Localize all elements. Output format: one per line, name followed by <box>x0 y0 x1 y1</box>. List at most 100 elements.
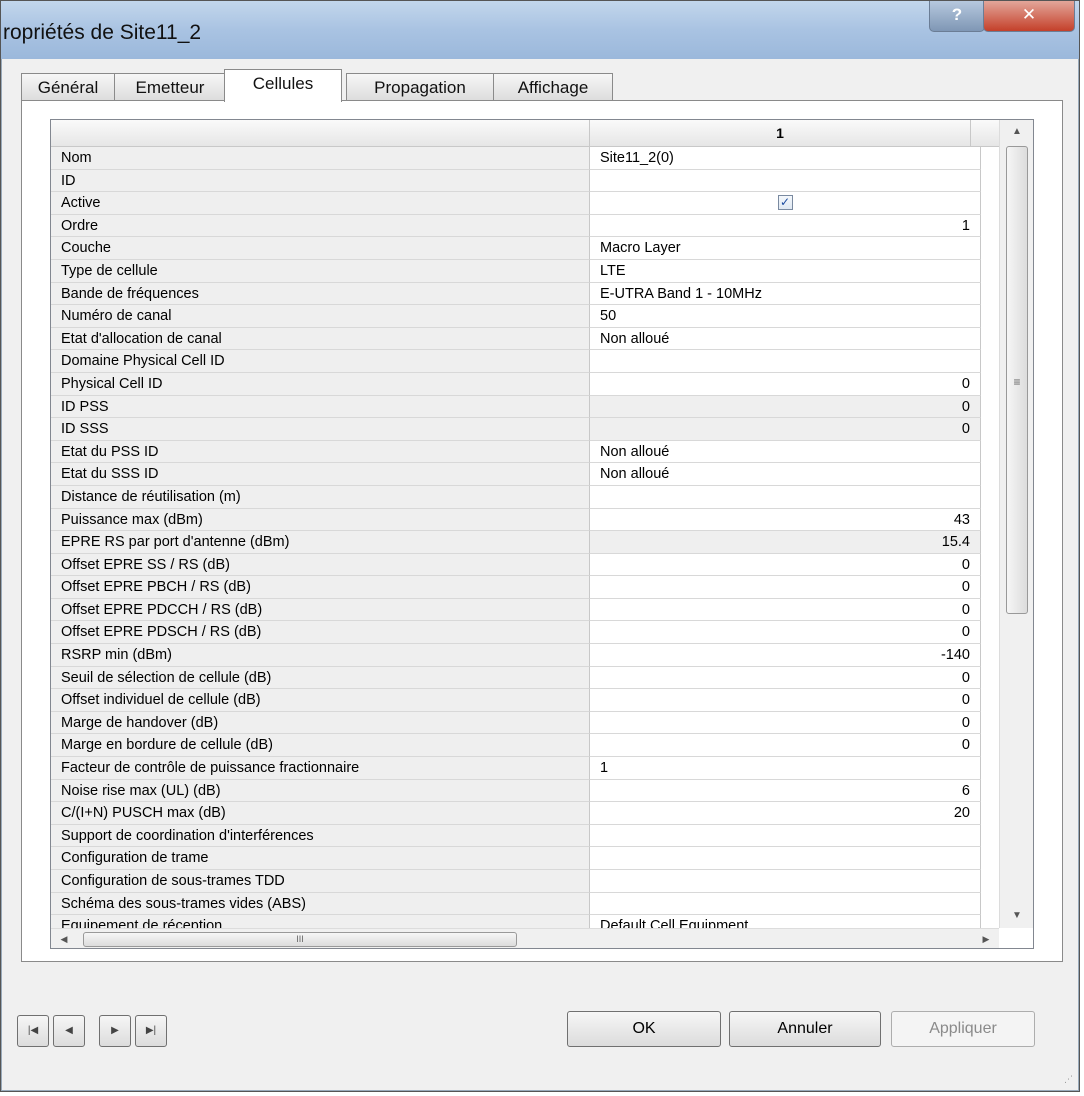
tab-affichage[interactable]: Affichage <box>493 73 613 101</box>
grid-row[interactable]: Offset EPRE PBCH / RS (dB) 0 <box>51 576 999 599</box>
property-value[interactable]: Non alloué <box>590 327 981 351</box>
grid-row[interactable]: Couche Macro Layer <box>51 237 999 260</box>
property-value[interactable] <box>590 847 981 870</box>
property-value[interactable]: 0 <box>590 689 981 712</box>
property-value[interactable]: 6 <box>590 779 981 803</box>
scroll-right-icon[interactable]: ▶ <box>975 929 997 948</box>
property-value[interactable]: Non alloué <box>590 440 981 464</box>
grid-row[interactable]: Offset EPRE PDSCH / RS (dB) 0 <box>51 621 999 645</box>
last-record-button[interactable]: ▶| <box>135 1015 167 1047</box>
property-value[interactable]: 15.4 <box>590 531 981 554</box>
property-value[interactable]: 0 <box>590 576 981 599</box>
grid-row[interactable]: Seuil de sélection de cellule (dB) 0 <box>51 666 999 690</box>
scroll-down-icon[interactable]: ▼ <box>1000 904 1033 928</box>
property-value[interactable]: Site11_2(0) <box>590 147 981 170</box>
first-record-button[interactable]: |◀ <box>17 1015 49 1047</box>
grid-row[interactable]: Schéma des sous-trames vides (ABS) <box>51 892 999 916</box>
property-value[interactable] <box>590 485 981 509</box>
grid-row[interactable]: C/(I+N) PUSCH max (dB) 20 <box>51 802 999 825</box>
property-value[interactable]: 0 <box>590 711 981 735</box>
title-bar[interactable]: ropriétés de Site11_2 ? ✕ <box>1 1 1079 59</box>
horizontal-scrollbar[interactable]: ◀ III ▶ <box>51 928 999 948</box>
property-value[interactable] <box>590 892 981 916</box>
property-value[interactable]: 0 <box>590 666 981 690</box>
property-value[interactable]: 20 <box>590 802 981 825</box>
scroll-left-icon[interactable]: ◀ <box>53 929 75 948</box>
vertical-scroll-thumb[interactable]: ≡ <box>1006 146 1028 614</box>
grid-row[interactable]: Facteur de contrôle de puissance fractio… <box>51 757 999 780</box>
grid-row[interactable]: Marge en bordure de cellule (dB) 0 <box>51 734 999 758</box>
grid-row[interactable]: Marge de handover (dB) 0 <box>51 711 999 735</box>
property-label: Etat du SSS ID <box>51 463 590 486</box>
column-header-1[interactable]: 1 <box>590 120 971 146</box>
property-value[interactable]: 0 <box>590 553 981 577</box>
grid-row[interactable]: Distance de réutilisation (m) <box>51 485 999 509</box>
property-value[interactable]: 1 <box>590 214 981 238</box>
grid-row[interactable]: ID <box>51 169 999 193</box>
property-value[interactable]: 0 <box>590 372 981 396</box>
grid-row[interactable]: EPRE RS par port d'antenne (dBm) 15.4 <box>51 531 999 554</box>
grid-row[interactable]: Etat du SSS ID Non alloué <box>51 463 999 486</box>
property-value[interactable]: 0 <box>590 598 981 622</box>
property-value[interactable]: Macro Layer <box>590 237 981 260</box>
scroll-up-icon[interactable]: ▲ <box>1000 120 1033 144</box>
property-label: Offset individuel de cellule (dB) <box>51 689 590 712</box>
grid-row[interactable]: Offset individuel de cellule (dB) 0 <box>51 689 999 712</box>
tab-propagation[interactable]: Propagation <box>346 73 494 101</box>
property-value[interactable]: 43 <box>590 508 981 532</box>
grid-row[interactable]: Offset EPRE SS / RS (dB) 0 <box>51 553 999 577</box>
property-value[interactable]: 50 <box>590 305 981 328</box>
grid-row[interactable]: Etat du PSS ID Non alloué <box>51 440 999 464</box>
property-value[interactable]: 0 <box>590 621 981 645</box>
grid-corner <box>51 120 590 146</box>
property-value[interactable] <box>590 824 981 848</box>
property-value[interactable]: E-UTRA Band 1 - 10MHz <box>590 282 981 306</box>
grid-row[interactable]: Physical Cell ID 0 <box>51 372 999 396</box>
grid-row[interactable]: Ordre 1 <box>51 214 999 238</box>
grid-row[interactable]: Offset EPRE PDCCH / RS (dB) 0 <box>51 598 999 622</box>
grid-row[interactable]: ID PSS 0 <box>51 395 999 419</box>
property-label: Etat du PSS ID <box>51 440 590 464</box>
grid-row[interactable]: Numéro de canal 50 <box>51 305 999 328</box>
vertical-scrollbar[interactable]: ▲ ≡ ▼ <box>999 120 1033 928</box>
grid-row[interactable]: Type de cellule LTE <box>51 259 999 283</box>
property-value[interactable]: LTE <box>590 259 981 283</box>
checkmark-icon[interactable]: ✓ <box>777 194 793 210</box>
grid-row[interactable]: Domaine Physical Cell ID <box>51 350 999 373</box>
tab-general[interactable]: Général <box>21 73 115 101</box>
tab-emetteur[interactable]: Emetteur <box>114 73 226 101</box>
cancel-button[interactable]: Annuler <box>729 1011 881 1047</box>
property-value[interactable]: Non alloué <box>590 463 981 486</box>
property-value[interactable]: -140 <box>590 644 981 667</box>
property-value[interactable] <box>590 870 981 893</box>
property-value[interactable]: 0 <box>590 395 981 419</box>
grid-row[interactable]: Puissance max (dBm) 43 <box>51 508 999 532</box>
close-button[interactable]: ✕ <box>983 1 1075 32</box>
ok-button[interactable]: OK <box>567 1011 721 1047</box>
previous-record-button[interactable]: ◀ <box>53 1015 85 1047</box>
resize-grip-icon[interactable]: ⋰ <box>1064 1074 1073 1085</box>
help-button[interactable]: ? <box>929 1 985 32</box>
property-value[interactable]: 0 <box>590 734 981 758</box>
property-value[interactable]: 0 <box>590 418 981 441</box>
active-checkbox[interactable]: ✓ <box>590 192 981 215</box>
property-value[interactable] <box>590 350 981 373</box>
grid-row[interactable]: Etat d'allocation de canal Non alloué <box>51 327 999 351</box>
grid-row[interactable]: ID SSS 0 <box>51 418 999 441</box>
grid-row[interactable]: Active ✓ <box>51 192 999 215</box>
horizontal-scroll-thumb[interactable]: III <box>83 932 517 947</box>
property-label: Type de cellule <box>51 259 590 283</box>
grid-row[interactable]: Noise rise max (UL) (dB) 6 <box>51 779 999 803</box>
apply-button[interactable]: Appliquer <box>891 1011 1035 1047</box>
grid-row[interactable]: Configuration de sous-trames TDD <box>51 870 999 893</box>
grid-row[interactable]: Bande de fréquences E-UTRA Band 1 - 10MHz <box>51 282 999 306</box>
grid-row[interactable]: Support de coordination d'interférences <box>51 824 999 848</box>
tab-cellules[interactable]: Cellules <box>224 69 342 102</box>
grid-row[interactable]: Configuration de trame <box>51 847 999 870</box>
grid-row[interactable]: Nom Site11_2(0) <box>51 147 999 170</box>
next-record-button[interactable]: ▶ <box>99 1015 131 1047</box>
property-grid[interactable]: 1 Nom Site11_2(0) ID Active ✓ Ordre 1 Couche Mac… <box>50 119 1034 949</box>
property-value[interactable] <box>590 169 981 193</box>
grid-row[interactable]: RSRP min (dBm) -140 <box>51 644 999 667</box>
property-value[interactable]: 1 <box>590 757 981 780</box>
